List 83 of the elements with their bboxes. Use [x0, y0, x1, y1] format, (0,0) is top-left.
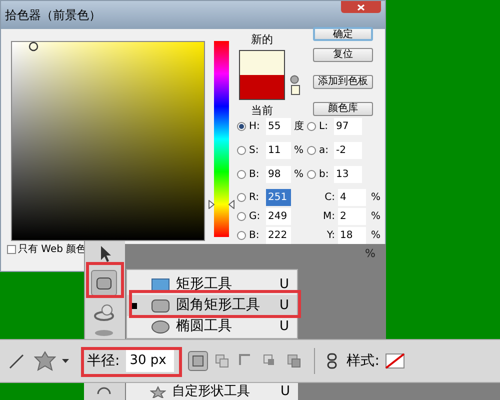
field-label: B:	[249, 168, 260, 182]
unit-label: %	[371, 229, 381, 243]
input-field[interactable]: 251	[266, 189, 291, 206]
dialog-button[interactable]: 添加到色板	[313, 75, 373, 89]
input-field[interactable]: 18	[338, 227, 366, 244]
shortcut-label: U	[279, 296, 289, 315]
dialog-button[interactable]: 确定	[313, 27, 373, 41]
radio-button[interactable]	[237, 193, 246, 202]
field-label: S:	[249, 144, 260, 158]
link-icon	[326, 353, 337, 369]
input-field[interactable]: 97	[334, 118, 362, 135]
input-field[interactable]: 2	[338, 208, 366, 225]
unit-label: 度	[294, 120, 304, 134]
input-field[interactable]: 222	[266, 227, 291, 244]
unit-label: %	[294, 168, 304, 182]
shortcut-label: U	[279, 276, 289, 294]
field-label: C:	[324, 191, 335, 205]
rounded-rectangle-icon	[151, 298, 170, 312]
close-button[interactable]	[341, 1, 381, 13]
path-mode-icon	[214, 353, 230, 369]
rectangle-icon	[151, 278, 170, 292]
path-mode-button[interactable]	[188, 351, 208, 371]
close-icon	[357, 4, 365, 10]
radio-button[interactable]	[237, 212, 246, 221]
selected-menu-row[interactable]: 圆角矩形工具 U	[127, 295, 297, 316]
field-label: G:	[249, 210, 262, 224]
path-mode-icon	[286, 353, 302, 369]
radius-input[interactable]: 30 px	[126, 350, 174, 372]
field-label: Y:	[326, 229, 335, 243]
input-field[interactable]: -2	[334, 142, 362, 159]
rounded-rectangle-tool-button[interactable]	[91, 270, 117, 296]
radio-button[interactable]	[237, 122, 246, 131]
caret-icon	[62, 359, 69, 363]
input-field[interactable]: 4	[338, 189, 366, 206]
menu-item-label: 圆角矩形工具	[176, 296, 261, 315]
field-label: a:	[319, 144, 330, 158]
checkbox[interactable]	[7, 245, 16, 254]
input-field[interactable]: 249	[266, 208, 291, 225]
input-field[interactable]: 11	[266, 142, 291, 159]
unit-label: %	[371, 210, 381, 224]
unit-label: %	[371, 191, 381, 205]
web-color-swatch[interactable]	[291, 85, 300, 95]
field-label: b:	[319, 168, 330, 182]
path-mode-icon	[190, 353, 206, 369]
radio-button[interactable]	[307, 170, 316, 179]
new-color-label: 新的	[251, 32, 273, 48]
shortcut-label: U	[279, 318, 289, 336]
radio-button[interactable]	[237, 146, 246, 155]
color-field[interactable]	[11, 41, 205, 241]
star-icon	[150, 386, 166, 398]
dialog-button[interactable]: 复位	[313, 48, 373, 62]
field-label: R:	[249, 191, 260, 205]
color-marker-icon	[28, 40, 40, 52]
input-field[interactable]: 13	[334, 166, 362, 183]
field-label: H:	[249, 120, 261, 134]
custom-shape-icon	[34, 351, 56, 371]
field-label: B:	[249, 229, 260, 243]
line-tool-icon	[8, 353, 24, 369]
input-field[interactable]: 55	[266, 118, 291, 135]
window-title: 拾色器（前景色）	[5, 7, 101, 24]
ellipse-icon	[151, 320, 170, 334]
current-color-label: 当前	[251, 102, 273, 118]
input-field[interactable]: 98	[266, 166, 291, 183]
field-label: L:	[319, 120, 329, 134]
no-style-swatch-icon	[385, 353, 406, 369]
rounded-rectangle-icon	[96, 276, 112, 290]
dialog-button[interactable]: 颜色库	[313, 102, 373, 116]
radius-label: 半径:	[87, 352, 120, 370]
menu-item-label: 椭圆工具	[176, 317, 233, 336]
unit-label: %	[294, 144, 304, 158]
menu-item-label: 自定形状工具	[172, 384, 251, 398]
radio-button[interactable]	[237, 170, 246, 179]
highlight-frame	[86, 262, 124, 298]
pointer-icon	[100, 245, 112, 263]
radio-button[interactable]	[307, 146, 316, 155]
shortcut-label: U	[280, 384, 290, 398]
hue-slider[interactable]	[207, 41, 236, 237]
field-label: M:	[323, 210, 335, 224]
unit-label: %	[365, 246, 376, 262]
radio-button[interactable]	[237, 231, 246, 240]
style-label: 样式:	[346, 352, 380, 370]
menu-item-label: 矩形工具	[176, 275, 233, 294]
radio-button[interactable]	[307, 122, 316, 131]
